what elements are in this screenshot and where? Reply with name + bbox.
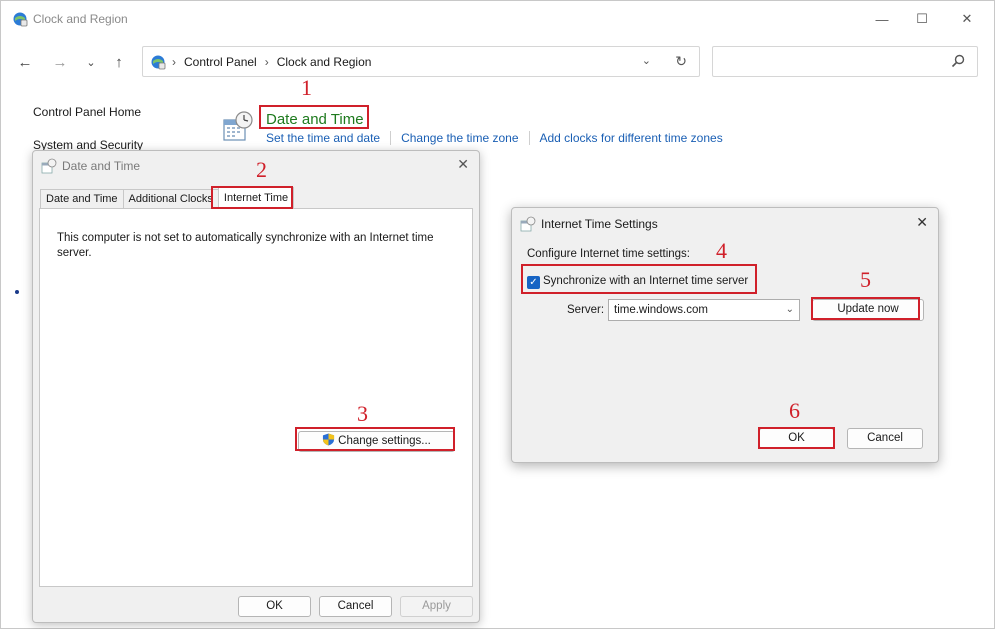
close-icon[interactable]: ✕ xyxy=(916,214,928,231)
apply-button[interactable]: Apply xyxy=(400,596,473,617)
change-time-zone-link[interactable]: Change the time zone xyxy=(401,131,530,145)
breadcrumb-clock-and-region[interactable]: Clock and Region xyxy=(277,55,372,69)
annotation-box-4 xyxy=(521,264,757,294)
annotation-box-6 xyxy=(758,427,835,449)
search-input[interactable] xyxy=(712,46,978,77)
cancel-button[interactable]: Cancel xyxy=(319,596,392,617)
control-panel-icon xyxy=(151,55,166,70)
server-value: time.windows.com xyxy=(614,304,708,316)
tab-date-and-time[interactable]: Date and Time xyxy=(40,189,124,209)
annotation-number-6: 6 xyxy=(789,398,800,423)
ok-button[interactable]: OK xyxy=(238,596,311,617)
back-arrow-icon[interactable]: ← xyxy=(15,52,35,72)
annotation-number-3: 3 xyxy=(357,401,368,426)
annotation-number-2: 2 xyxy=(256,157,267,182)
breadcrumb-control-panel[interactable]: Control Panel xyxy=(184,55,257,69)
maximize-button[interactable]: ☐ xyxy=(907,7,937,31)
annotation-box-1 xyxy=(259,105,369,129)
chevron-down-icon[interactable]: ⌄ xyxy=(642,54,651,67)
dialog-title: Date and Time xyxy=(62,159,141,173)
close-button[interactable]: ✕ xyxy=(952,7,982,31)
chevron-right-icon: › xyxy=(264,55,269,69)
up-arrow-icon[interactable]: ↑ xyxy=(109,52,129,72)
annotation-box-2 xyxy=(211,186,293,209)
server-label: Server: xyxy=(567,304,605,316)
tab-additional-clocks[interactable]: Additional Clocks xyxy=(122,189,219,209)
window-title: Clock and Region xyxy=(33,12,128,26)
set-time-and-date-link[interactable]: Set the time and date xyxy=(266,131,392,145)
annotation-box-5 xyxy=(811,297,920,320)
address-bar[interactable]: › Control Panel › Clock and Region ⌄ ↻ xyxy=(142,46,700,77)
date-and-time-icon xyxy=(223,111,253,141)
add-clocks-link[interactable]: Add clocks for different time zones xyxy=(540,131,733,145)
chevron-down-icon: ⌄ xyxy=(785,304,794,315)
control-panel-icon xyxy=(13,12,28,27)
date-and-time-icon xyxy=(520,216,536,232)
annotation-number-5: 5 xyxy=(860,267,871,292)
date-and-time-links: Set the time and date Change the time zo… xyxy=(266,131,743,145)
date-and-time-icon xyxy=(41,158,57,174)
minimize-button[interactable]: — xyxy=(867,7,897,31)
sidebar-item-control-panel-home[interactable]: Control Panel Home xyxy=(33,105,143,119)
sidebar-bullet xyxy=(15,290,19,294)
navigation-bar: ← → ⌄ ↑ › Control Panel › Clock and Regi… xyxy=(1,43,994,81)
refresh-icon[interactable]: ↻ xyxy=(675,53,687,70)
internet-time-panel: This computer is not set to automaticall… xyxy=(39,208,473,587)
breadcrumb: › Control Panel › Clock and Region xyxy=(172,55,371,69)
annotation-box-3 xyxy=(295,427,455,451)
title-bar: Clock and Region — ☐ ✕ xyxy=(1,1,994,37)
annotation-number-1: 1 xyxy=(301,75,312,100)
date-and-time-dialog: Date and Time ✕ Date and Time Additional… xyxy=(32,150,480,623)
server-select[interactable]: time.windows.com ⌄ xyxy=(608,299,800,321)
cancel-button[interactable]: Cancel xyxy=(847,428,923,449)
search-icon xyxy=(951,54,965,68)
sync-status-message: This computer is not set to automaticall… xyxy=(57,232,434,259)
chevron-right-icon: › xyxy=(172,55,176,69)
annotation-number-4: 4 xyxy=(716,238,727,263)
configure-label: Configure Internet time settings: xyxy=(527,248,690,260)
forward-arrow-icon[interactable]: → xyxy=(50,52,70,72)
dialog-title: Internet Time Settings xyxy=(541,217,658,231)
recent-locations-icon[interactable]: ⌄ xyxy=(81,52,101,72)
close-icon[interactable]: ✕ xyxy=(457,156,469,173)
